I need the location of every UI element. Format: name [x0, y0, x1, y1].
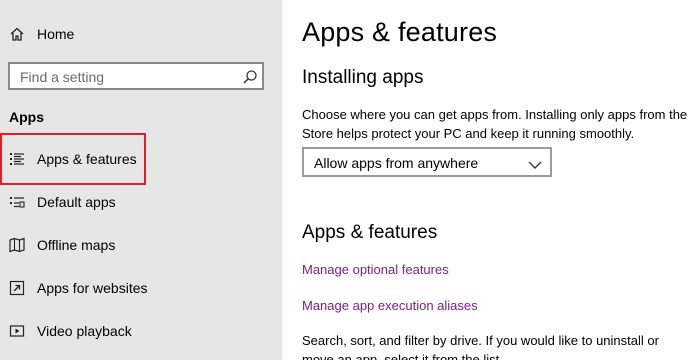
search-placeholder: Find a setting	[20, 69, 105, 85]
install-source-dropdown[interactable]: Allow apps from anywhere	[302, 147, 552, 177]
video-icon	[9, 323, 25, 339]
default-apps-icon	[9, 194, 25, 210]
main-content: Apps & features Installing apps Choose w…	[282, 0, 700, 360]
description-line: move an app, select it from the list.	[302, 352, 503, 360]
sidebar-section-label: Apps	[9, 109, 44, 125]
sidebar-item-default-apps[interactable]: Default apps	[0, 184, 282, 220]
search-input[interactable]: Find a setting	[8, 62, 264, 90]
selection-highlight	[0, 133, 146, 185]
chevron-down-icon	[528, 157, 542, 169]
sidebar-item-label: Apps for websites	[37, 280, 148, 296]
open-in-window-icon	[9, 280, 25, 296]
installing-apps-description: Choose where you can get apps from. Inst…	[302, 105, 700, 143]
sidebar-home-label: Home	[37, 26, 75, 42]
apps-features-description: Search, sort, and filter by drive. If yo…	[302, 331, 700, 360]
sidebar-item-label: Video playback	[37, 323, 132, 339]
description-line: Store helps protect your PC and keep it …	[302, 126, 635, 141]
sidebar-item-video-playback[interactable]: Video playback	[0, 313, 282, 349]
sidebar-item-home[interactable]: Home	[0, 16, 282, 52]
description-line: Choose where you can get apps from. Inst…	[302, 107, 688, 122]
sidebar-item-label: Default apps	[37, 194, 116, 210]
apps-features-heading: Apps & features	[302, 222, 438, 243]
dropdown-selected-value: Allow apps from anywhere	[314, 155, 479, 171]
manage-optional-features-link[interactable]: Manage optional features	[302, 262, 449, 277]
sidebar-item-offline-maps[interactable]: Offline maps	[0, 227, 282, 263]
map-icon	[9, 237, 25, 253]
page-title: Apps & features	[302, 17, 498, 47]
sidebar-item-apps-for-websites[interactable]: Apps for websites	[0, 270, 282, 306]
settings-window: Home Find a setting Apps Apps & features…	[0, 0, 700, 360]
installing-apps-heading: Installing apps	[302, 67, 424, 88]
sidebar: Home Find a setting Apps Apps & features…	[0, 0, 282, 360]
sidebar-item-label: Offline maps	[37, 237, 116, 253]
search-icon[interactable]	[242, 69, 258, 85]
manage-app-execution-aliases-link[interactable]: Manage app execution aliases	[302, 298, 478, 313]
description-line: Search, sort, and filter by drive. If yo…	[302, 333, 659, 348]
home-icon	[9, 26, 25, 42]
